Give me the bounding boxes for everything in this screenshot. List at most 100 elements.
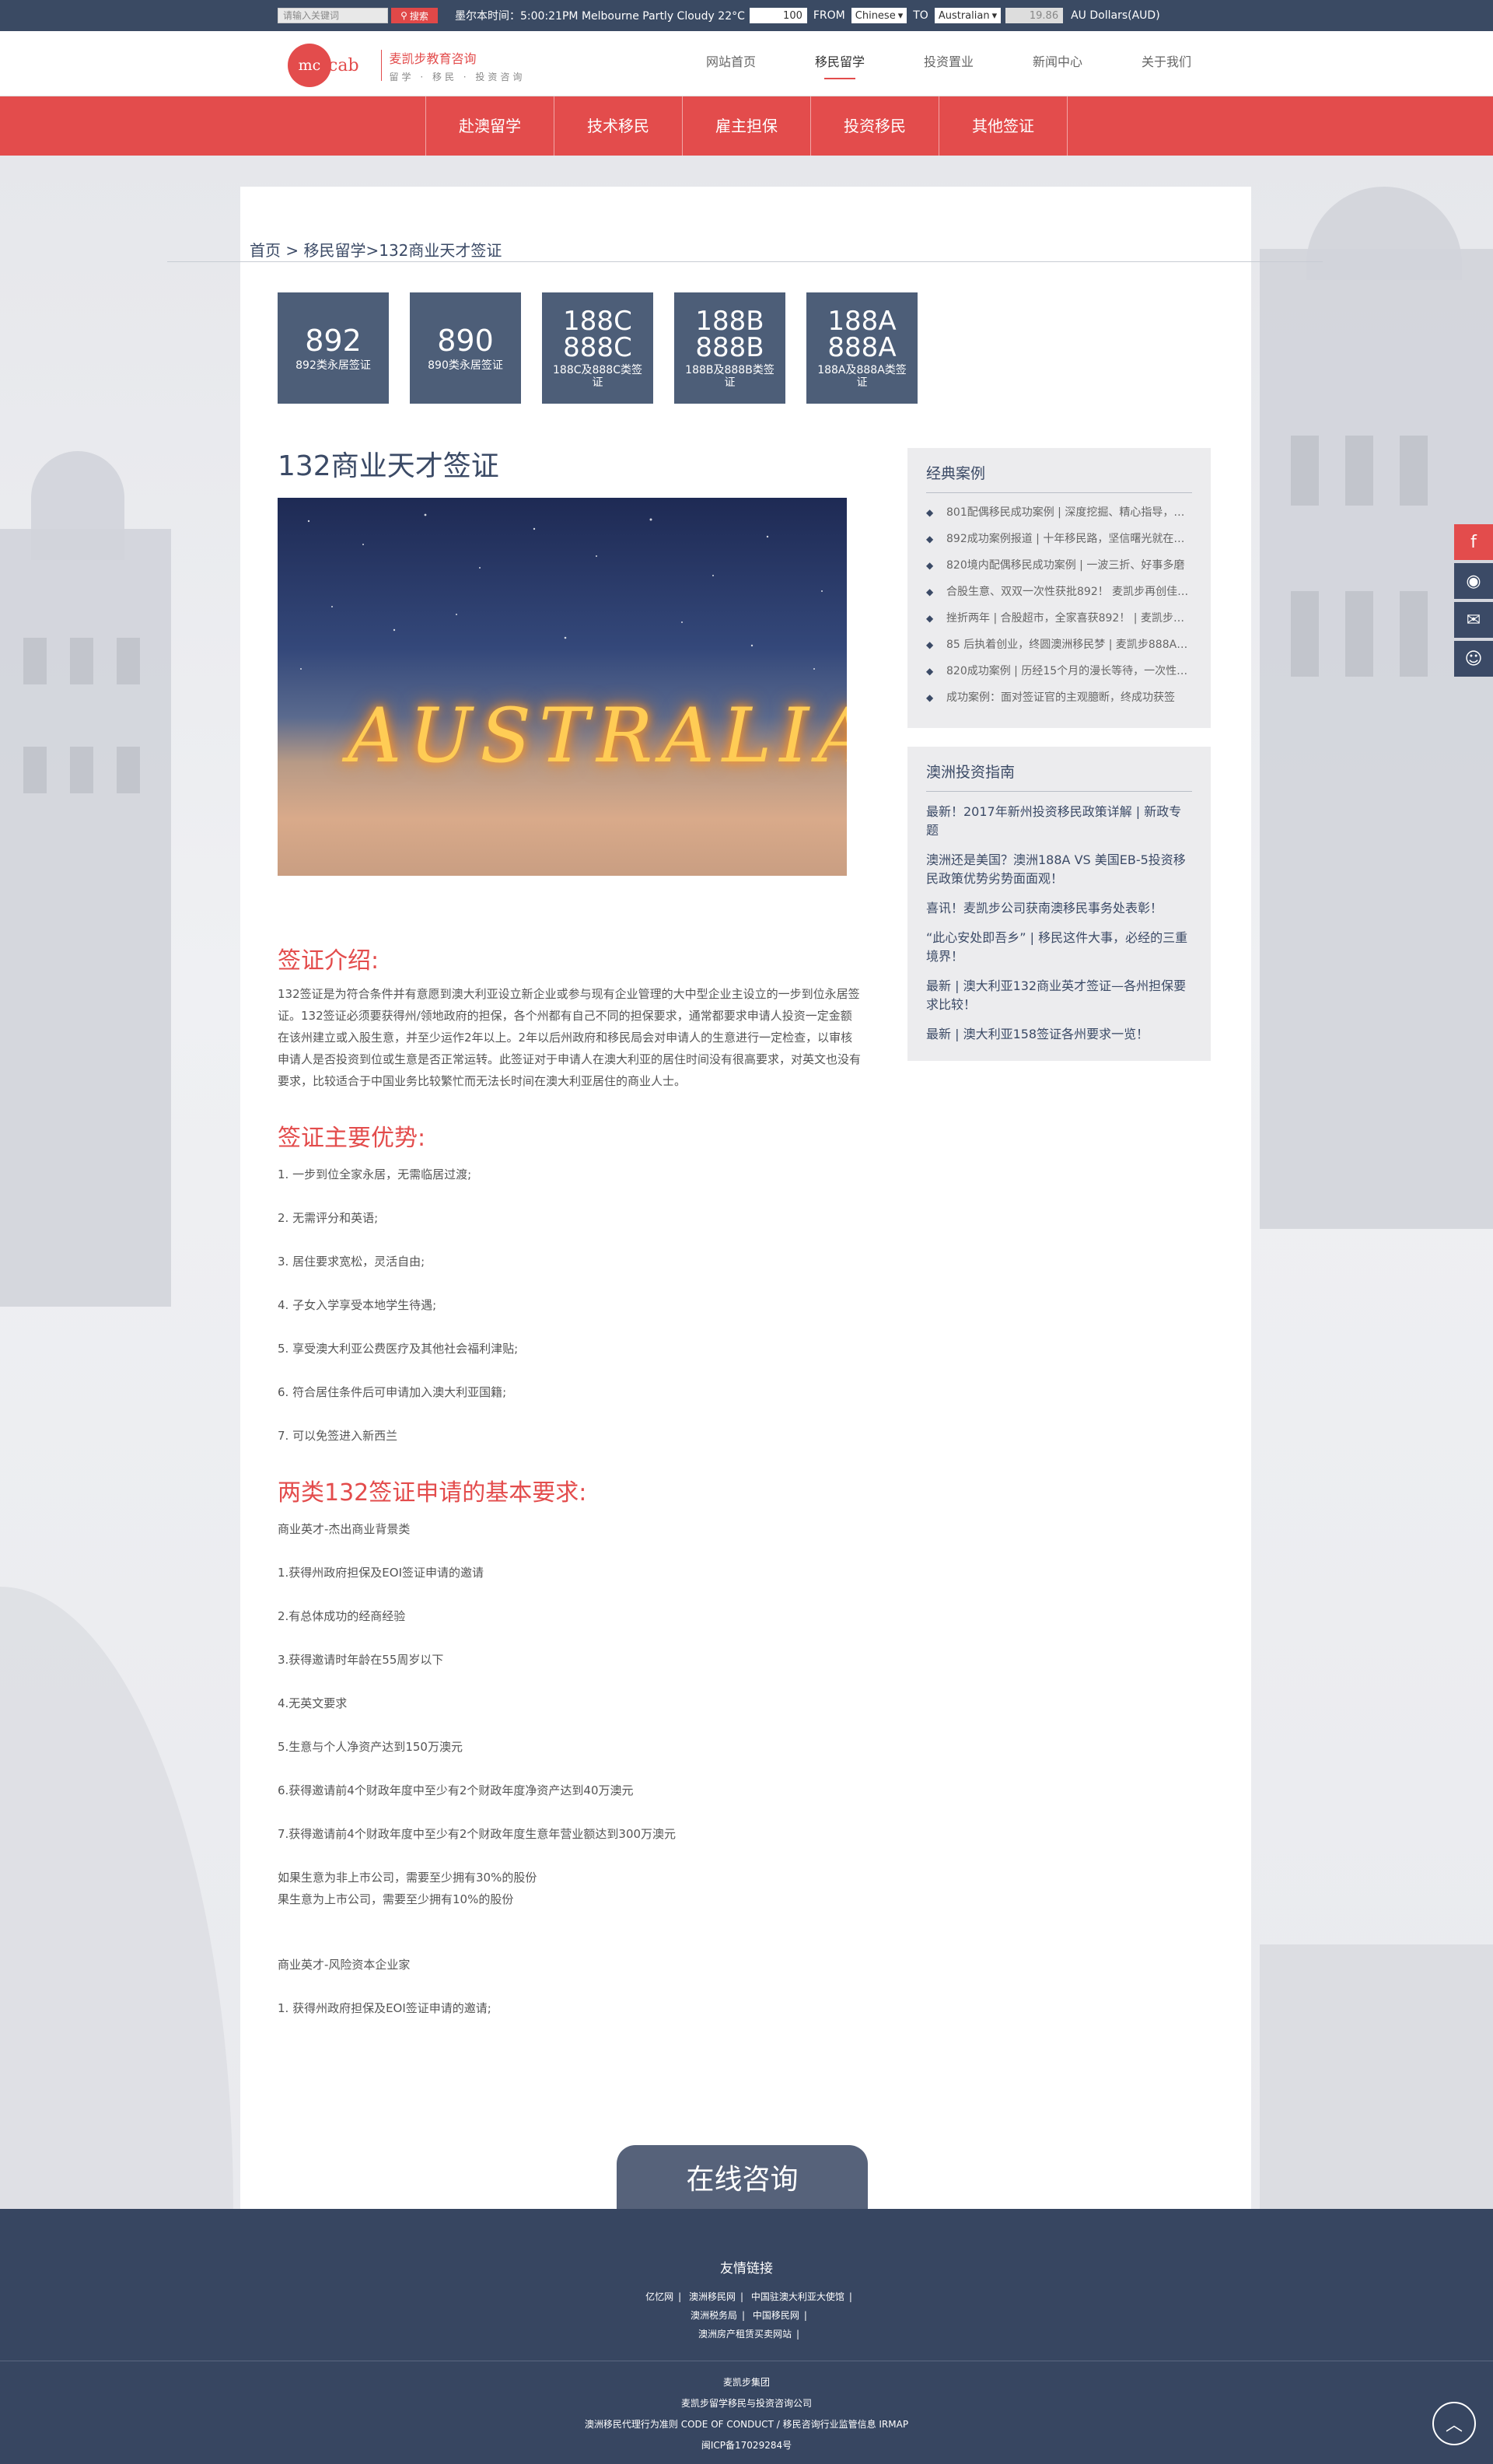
case-link[interactable]: 801配偶移民成功案例 | 深度挖掘、精心指导，成功获签 <box>926 499 1192 526</box>
visa-tile-188c[interactable]: 188C 888C 188C及888C类签证 <box>542 292 653 404</box>
online-consult-button[interactable]: 在线咨询 <box>617 2145 868 2209</box>
list-item: 商业英才-杰出商业背景类 <box>278 1522 411 1536</box>
subnav-skilled[interactable]: 技术移民 <box>554 96 683 156</box>
list-item: 4. 子女入学享受本地学生待遇; <box>278 1298 437 1312</box>
visa-tile-label: 188A及888A类签证 <box>817 363 907 389</box>
guide-link[interactable]: 最新！2017年新州投资移民政策详解 | 新政专题 <box>926 803 1192 840</box>
nav-home[interactable]: 网站首页 <box>677 31 785 96</box>
list-item: 1.获得州政府担保及EOI签证申请的邀请 <box>278 1566 484 1580</box>
list-item: 6.获得邀请前4个财政年度中至少有2个财政年度净资产达到40万澳元 <box>278 1783 634 1797</box>
list-item: 6. 符合居住条件后可申请加入澳大利亚国籍; <box>278 1385 507 1399</box>
advantages-heading: 签证主要优势: <box>278 1125 426 1152</box>
company-full-name: 麦凯步留学移民与投资咨询公司 <box>680 2398 812 2409</box>
logo-mark: mc <box>288 44 331 87</box>
to-currency-value: Australian <box>938 9 990 22</box>
from-currency-value: Chinese <box>855 9 896 22</box>
starry-sky <box>300 513 823 670</box>
code-of-conduct-link[interactable]: 澳洲移民代理行为准则 CODE OF CONDUCT / 移民咨询行业监管信息 … <box>0 2414 1493 2435</box>
visa-tile-code: 892 <box>305 323 362 358</box>
visa-tile-code: 188B 888B <box>695 305 764 363</box>
advantages-list: 1. 一步到位全家永居，无需临居过渡; 2. 无需评分和英语; 3. 居住要求宽… <box>278 1164 869 1447</box>
site-header: mc cab 麦凯步教育咨询 留学 · 移民 · 投资咨询 网站首页 移民留学 … <box>0 31 1493 96</box>
search-button-label: 搜索 <box>409 10 428 22</box>
qq-icon[interactable]: ☺ <box>1454 641 1493 677</box>
nav-investment[interactable]: 投资置业 <box>894 31 1003 96</box>
visa-tile-code: 188A 888A <box>827 305 897 363</box>
list-item: 4.无英文要求 <box>278 1696 348 1710</box>
guide-box: 澳洲投资指南 最新！2017年新州投资移民政策详解 | 新政专题 澳洲还是美国？… <box>907 747 1211 1061</box>
chevron-down-icon: ▾ <box>897 9 904 22</box>
facebook-icon[interactable]: f <box>1454 524 1493 560</box>
subnav-employer[interactable]: 雇主担保 <box>683 96 811 156</box>
logo-text: 麦凯步教育咨询 留学 · 移民 · 投资咨询 <box>390 48 526 83</box>
subnav-study[interactable]: 赴澳留学 <box>426 96 554 156</box>
content-panel: 首页 > 移民留学>132商业天才签证 892 892类永居签证 890 890… <box>167 187 1323 2209</box>
search-icon: ⚲ <box>400 10 407 21</box>
to-currency-select[interactable]: Australian ▾ <box>934 8 1002 23</box>
from-currency-select[interactable]: Chinese ▾ <box>851 8 907 23</box>
icp-number: 闽ICP备17029284号 <box>701 2440 792 2451</box>
amount-input[interactable]: 100 <box>749 8 807 23</box>
visa-tile-label: 188B及888B类签证 <box>685 363 774 389</box>
guide-link[interactable]: 最新 | 澳大利亚158签证各州要求一览！ <box>926 1025 1192 1044</box>
list-item: 1. 获得州政府担保及EOI签证申请的邀请; <box>278 2001 491 2015</box>
from-label: FROM <box>813 9 845 22</box>
guide-link[interactable]: 澳洲还是美国？澳洲188A VS 美国EB-5投资移民政策优势劣势面面观！ <box>926 851 1192 888</box>
footer-link[interactable]: 亿忆网 <box>645 2291 673 2302</box>
subnav-investment[interactable]: 投资移民 <box>811 96 939 156</box>
hero-light-text: AUSTRALIA <box>348 692 847 779</box>
case-link[interactable]: 85 后执着创业，终圆澳洲移民梦 | 麦凯步888A成功案例 <box>926 632 1192 658</box>
breadcrumb[interactable]: 首页 > 移民留学>132商业天才签证 <box>250 238 502 261</box>
wechat-icon[interactable]: ✉ <box>1454 602 1493 638</box>
visa-tile-890[interactable]: 890 890类永居签证 <box>410 292 521 404</box>
list-item: 2.有总体成功的经商经验 <box>278 1609 406 1623</box>
list-item: 2. 无需评分和英语; <box>278 1211 379 1225</box>
list-item: 1. 一步到位全家永居，无需临居过渡; <box>278 1167 472 1181</box>
visa-tile-188b[interactable]: 188B 888B 188B及888B类签证 <box>674 292 785 404</box>
requirements-heading: 两类132签证申请的基本要求: <box>278 1479 587 1507</box>
case-link[interactable]: 820成功案例 | 历经15个月的漫长等待，一次性获批 <box>926 658 1192 684</box>
footer-link[interactable]: 澳洲移民网 <box>689 2291 736 2302</box>
footer-link[interactable]: 中国移民网 <box>753 2310 799 2321</box>
converted-amount: 19.86 <box>1005 8 1064 23</box>
list-item: 3. 居住要求宽松，灵活自由; <box>278 1255 425 1269</box>
logo-company-name: 麦凯步教育咨询 <box>389 51 477 66</box>
visa-tile-label: 188C及888C类签证 <box>553 363 642 389</box>
guide-list: 最新！2017年新州投资移民政策详解 | 新政专题 澳洲还是美国？澳洲188A … <box>926 803 1192 1044</box>
logo-divider <box>380 50 382 81</box>
footer: 友情链接 亿忆网 | 澳洲移民网 | 中国驻澳大利亚大使馆 | 澳洲税务局 | 中国移民… <box>0 2209 1493 2464</box>
visa-tile-label: 890类永居签证 <box>428 359 503 372</box>
guide-link[interactable]: 喜讯！麦凯步公司获南澳移民事务处表彰！ <box>926 899 1192 918</box>
case-link[interactable]: 合股生意、双双一次性获批892！ 麦凯步再创佳绩！ <box>926 579 1192 605</box>
guide-link[interactable]: 最新 | 澳大利亚132商业英才签证—各州担保要求比较！ <box>926 977 1192 1014</box>
list-item: 5. 享受澳大利亚公费医疗及其他社会福利津贴; <box>278 1342 519 1356</box>
weibo-icon[interactable]: ◉ <box>1454 563 1493 599</box>
list-item: 3.获得邀请时年龄在55周岁以下 <box>278 1653 444 1667</box>
visa-tile-code: 890 <box>437 323 494 358</box>
guide-link[interactable]: “此心安处即吾乡” | 移民这件大事，必经的三重境界！ <box>926 929 1192 966</box>
footer-info: 麦凯步集团 麦凯步留学移民与投资咨询公司 澳洲移民代理行为准则 CODE OF … <box>0 2372 1493 2456</box>
footer-link[interactable]: 中国驻澳大利亚大使馆 <box>751 2291 844 2302</box>
case-link[interactable]: 820境内配偶移民成功案例 | 一波三折、好事多磨 <box>926 552 1192 579</box>
back-to-top-button[interactable]: ︿ <box>1432 2402 1476 2445</box>
article: 132商业天才签证 AUSTRALIA 签证介绍: 132签证是为符合条件并有意… <box>278 443 869 2019</box>
visa-tile-code: 188C 888C <box>563 305 632 363</box>
visa-tile-188a[interactable]: 188A 888A 188A及888A类签证 <box>806 292 918 404</box>
case-link[interactable]: 892成功案例报道 | 十年移民路，坚信曙光就在前方 <box>926 526 1192 552</box>
nav-news[interactable]: 新闻中心 <box>1003 31 1112 96</box>
logo-tagline: 留学 · 移民 · 投资咨询 <box>389 71 526 82</box>
case-link[interactable]: 挫折两年 | 合股超市，全家喜获892！ | 麦凯步移民 <box>926 605 1192 632</box>
footer-link[interactable]: 澳洲房产租赁买卖网站 <box>698 2329 792 2340</box>
subnav-other-visa[interactable]: 其他签证 <box>939 96 1068 156</box>
page-title: 132商业天才签证 <box>278 450 499 482</box>
footer-link[interactable]: 澳洲税务局 <box>691 2310 737 2321</box>
nav-immigration-study[interactable]: 移民留学 <box>785 31 894 96</box>
search-input[interactable]: 请输入关键词 <box>278 8 388 23</box>
list-item: 7.获得邀请前4个财政年度中至少有2个财政年度生意年营业额达到300万澳元 <box>278 1827 677 1841</box>
logo-cab: cab <box>328 55 359 75</box>
nav-about[interactable]: 关于我们 <box>1112 31 1221 96</box>
search-button[interactable]: ⚲ 搜索 <box>391 8 438 23</box>
case-link[interactable]: 成功案例：面对签证官的主观臆断，终成功获签 <box>926 684 1192 711</box>
visa-tile-892[interactable]: 892 892类永居签证 <box>278 292 389 404</box>
logo[interactable]: mc cab 麦凯步教育咨询 留学 · 移民 · 投资咨询 <box>288 44 525 87</box>
